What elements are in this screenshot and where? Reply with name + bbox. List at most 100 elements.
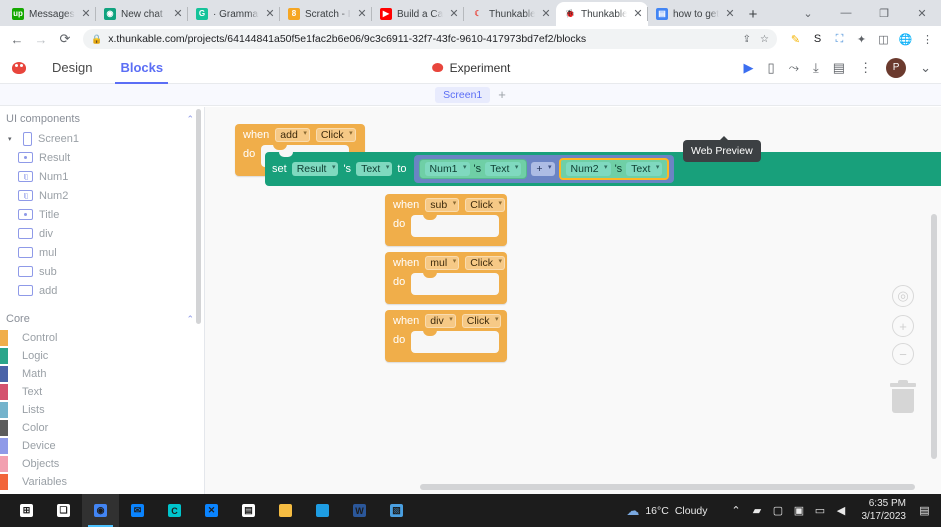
- core-category-logic[interactable]: Logic: [0, 347, 204, 365]
- num1-component-dropdown[interactable]: Num1: [424, 162, 470, 176]
- block-component-dropdown[interactable]: sub: [425, 198, 460, 212]
- notifications-icon[interactable]: ▤: [914, 494, 935, 527]
- screen-tab-screen1[interactable]: Screen1: [435, 86, 491, 103]
- close-tab-button[interactable]: ✕: [264, 8, 276, 20]
- blocks-canvas[interactable]: when add Click do set: [205, 107, 941, 494]
- set-target-property-dropdown[interactable]: Text: [356, 162, 393, 176]
- new-tab-button[interactable]: +: [740, 2, 766, 26]
- download-icon[interactable]: ⤓: [813, 60, 819, 76]
- browser-tab[interactable]: ◉ New chat ✕: [95, 2, 188, 26]
- s-extension-icon[interactable]: S: [810, 32, 825, 47]
- wifi-icon[interactable]: ▰: [747, 494, 768, 527]
- block-event-dropdown[interactable]: Click: [465, 256, 505, 270]
- canvas-horizontal-scrollbar[interactable]: [420, 484, 915, 490]
- close-tab-button[interactable]: ✕: [632, 8, 644, 20]
- back-button[interactable]: ←: [6, 28, 28, 50]
- tab-blocks[interactable]: Blocks: [115, 53, 168, 84]
- close-tab-button[interactable]: ✕: [80, 8, 92, 20]
- photos-taskbar-icon[interactable]: ▧: [378, 494, 415, 527]
- puzzle-extensions-icon[interactable]: ✦: [854, 32, 869, 47]
- weather-widget[interactable]: ☁ 16°C Cloudy: [626, 503, 725, 519]
- edge-taskbar-icon[interactable]: [304, 494, 341, 527]
- browser-tab[interactable]: ☾ Thunkable ✕: [463, 2, 556, 26]
- close-tab-button[interactable]: ✕: [448, 8, 460, 20]
- mail-taskbar-icon[interactable]: ✉: [119, 494, 156, 527]
- set-target-component-dropdown[interactable]: Result: [291, 162, 339, 176]
- block-when-div-click[interactable]: when div Click do: [385, 310, 507, 362]
- split-view-icon[interactable]: ◫: [876, 32, 891, 47]
- tree-item-add[interactable]: add: [0, 281, 204, 300]
- tree-item-sub[interactable]: sub: [0, 262, 204, 281]
- canva-taskbar-icon[interactable]: C: [156, 494, 193, 527]
- core-category-control[interactable]: Control: [0, 329, 204, 347]
- share-page-icon[interactable]: ⇪: [743, 34, 751, 45]
- maximize-button[interactable]: ❐: [865, 0, 903, 26]
- core-category-objects[interactable]: Objects: [0, 455, 204, 473]
- block-component-dropdown[interactable]: div: [425, 314, 456, 328]
- tree-item-num2[interactable]: I▯ Num2: [0, 186, 204, 205]
- chevron-up-icon[interactable]: ⌃: [186, 114, 194, 125]
- reload-button[interactable]: ⟳: [54, 28, 76, 50]
- tab-search-button[interactable]: ⌄: [789, 0, 827, 26]
- add-screen-button[interactable]: +: [498, 87, 506, 102]
- forward-button[interactable]: →: [30, 28, 52, 50]
- block-when-mul-click[interactable]: when mul Click do: [385, 252, 507, 304]
- core-section-header[interactable]: Core ⌃: [0, 307, 204, 329]
- close-tab-button[interactable]: ✕: [540, 8, 552, 20]
- tree-item-screen1[interactable]: ▾ Screen1: [0, 129, 204, 148]
- chrome-menu-icon[interactable]: ⋮: [920, 32, 935, 47]
- avatar[interactable]: P: [886, 57, 907, 78]
- volume-icon[interactable]: ◀: [831, 494, 852, 527]
- math-operator-dropdown[interactable]: +: [531, 162, 555, 176]
- tab-design[interactable]: Design: [50, 53, 94, 82]
- sidebar-scrollbar[interactable]: [196, 109, 201, 324]
- explorer-taskbar-icon[interactable]: [267, 494, 304, 527]
- zoom-in-button[interactable]: +: [892, 315, 914, 337]
- expand-twisty-icon[interactable]: ▾: [8, 135, 17, 143]
- block-component-dropdown[interactable]: add: [275, 128, 310, 142]
- web-preview-play-button[interactable]: ▶: [743, 60, 753, 76]
- bookmark-star-icon[interactable]: ☆: [760, 34, 769, 45]
- tree-item-div[interactable]: div: [0, 224, 204, 243]
- store-taskbar-icon[interactable]: ▤: [230, 494, 267, 527]
- onedrive-icon[interactable]: ▢: [768, 494, 789, 527]
- num2-component-dropdown[interactable]: Num2: [565, 162, 611, 176]
- highlighter-extension-icon[interactable]: ✎: [788, 32, 803, 47]
- start-button[interactable]: ⊞: [8, 494, 45, 527]
- block-get-num1-text[interactable]: Num1 's Text: [418, 159, 528, 179]
- core-category-color[interactable]: Color: [0, 419, 204, 437]
- tree-item-num1[interactable]: I▯ Num1: [0, 167, 204, 186]
- address-bar[interactable]: 🔒 x.thunkable.com/projects/64144841a50f5…: [83, 29, 777, 49]
- block-event-dropdown[interactable]: Click: [315, 128, 356, 142]
- close-tab-button[interactable]: ✕: [172, 8, 184, 20]
- browser-tab[interactable]: ▤ how to get ✕: [647, 2, 740, 26]
- zoom-out-button[interactable]: −: [892, 343, 914, 365]
- close-window-button[interactable]: ✕: [903, 0, 941, 26]
- block-event-dropdown[interactable]: Click: [461, 314, 502, 328]
- browser-tab[interactable]: 8 Scratch - In ✕: [279, 2, 372, 26]
- battery-icon[interactable]: ▭: [810, 494, 831, 527]
- block-math-add-expression[interactable]: Num1 's Text + Num2 's Text: [413, 155, 675, 183]
- show-hidden-icons-chevron[interactable]: ⌃: [726, 494, 747, 527]
- tree-item-result[interactable]: Result: [0, 148, 204, 167]
- center-blocks-button[interactable]: ◎: [892, 285, 914, 307]
- capture-extension-icon[interactable]: ⛶: [832, 32, 847, 47]
- block-set-result-text[interactable]: set Result 's Text to Num1 's Text +: [265, 152, 941, 186]
- vscode-taskbar-icon[interactable]: ✕: [193, 494, 230, 527]
- task-view-button[interactable]: ❏: [45, 494, 82, 527]
- trash-can-button[interactable]: [890, 380, 916, 413]
- core-category-text[interactable]: Text: [0, 383, 204, 401]
- core-category-variables[interactable]: Variables: [0, 473, 204, 491]
- browser-tab[interactable]: G · Grammarl ✕: [187, 2, 280, 26]
- browser-tab[interactable]: ▶ Build a Calc ✕: [371, 2, 464, 26]
- globe-extension-icon[interactable]: 🌐: [898, 32, 913, 47]
- device-preview-icon[interactable]: ▯: [767, 60, 774, 76]
- chevron-up-icon[interactable]: ⌃: [186, 314, 194, 325]
- core-category-device[interactable]: Device: [0, 437, 204, 455]
- browser-tab[interactable]: up Messages ✕: [4, 2, 96, 26]
- close-tab-button[interactable]: ✕: [724, 8, 736, 20]
- close-tab-button[interactable]: ✕: [356, 8, 368, 20]
- project-name[interactable]: Experiment: [431, 61, 510, 75]
- core-category-lists[interactable]: Lists: [0, 401, 204, 419]
- tree-item-mul[interactable]: mul: [0, 243, 204, 262]
